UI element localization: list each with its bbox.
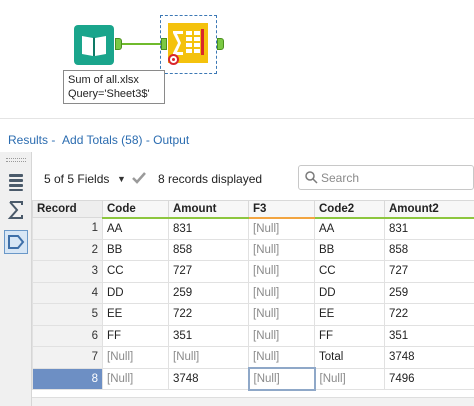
- cell-code[interactable]: FF: [102, 324, 169, 347]
- column-header-f3[interactable]: F3: [248, 200, 315, 219]
- column-header-code2[interactable]: Code2: [314, 200, 385, 219]
- results-tool-link[interactable]: Add Totals (58) - Output: [62, 133, 189, 147]
- metadata-icon[interactable]: [4, 198, 28, 222]
- table-row[interactable]: 4 DD 259 [Null] DD 259: [32, 281, 474, 304]
- cell-code2[interactable]: Total: [314, 346, 385, 369]
- table-row[interactable]: 3 CC 727 [Null] CC 727: [32, 260, 474, 283]
- table-row[interactable]: 2 BB 858 [Null] BB 858: [32, 238, 474, 261]
- cell-code2[interactable]: EE: [314, 303, 385, 326]
- cell-f3-focused[interactable]: [Null]: [247, 367, 316, 391]
- cell-f3[interactable]: [Null]: [248, 346, 315, 369]
- cell-code2[interactable]: CC: [314, 260, 385, 283]
- cell-amount2[interactable]: 7496: [384, 367, 474, 390]
- cell-amount[interactable]: 351: [168, 324, 249, 347]
- record-number[interactable]: 2: [32, 238, 103, 261]
- record-number[interactable]: 7: [32, 346, 103, 369]
- cell-f3[interactable]: [Null]: [248, 281, 315, 304]
- results-toolbar: 5 of 5 Fields ▼ 8 records displayed: [32, 152, 474, 200]
- input-output-anchor[interactable]: [115, 38, 122, 50]
- record-number[interactable]: 6: [32, 324, 103, 347]
- connection-line[interactable]: [122, 43, 162, 45]
- book-icon: [82, 36, 106, 56]
- annotation-query: Query='Sheet3$': [68, 88, 150, 100]
- cell-amount[interactable]: 831: [168, 217, 249, 240]
- table-row-selected[interactable]: 8 [Null] 3748 [Null] [Null] 7496: [32, 367, 474, 391]
- error-icon[interactable]: [168, 54, 179, 65]
- record-number[interactable]: 5: [32, 303, 103, 326]
- cell-f3[interactable]: [Null]: [248, 217, 315, 240]
- annotation-filename: Sum of all.xlsx: [68, 74, 139, 86]
- column-header-record[interactable]: Record: [32, 200, 103, 218]
- record-number[interactable]: 4: [32, 281, 103, 304]
- cell-amount2[interactable]: 722: [384, 303, 474, 326]
- cell-code[interactable]: AA: [102, 217, 169, 240]
- cell-f3[interactable]: [Null]: [248, 303, 315, 326]
- record-number[interactable]: 3: [32, 260, 103, 283]
- chevron-down-icon[interactable]: ▼: [117, 174, 126, 184]
- cell-amount[interactable]: 727: [168, 260, 249, 283]
- checkmark-icon[interactable]: [130, 169, 148, 187]
- records-count: 8 records displayed: [158, 172, 263, 186]
- tag-icon[interactable]: [4, 230, 28, 254]
- column-header-amount2[interactable]: Amount2: [384, 200, 474, 219]
- cell-code[interactable]: EE: [102, 303, 169, 326]
- input-data-tool[interactable]: [74, 25, 114, 65]
- summarize-input-anchor[interactable]: [161, 38, 167, 50]
- cell-amount2[interactable]: 3748: [384, 346, 474, 369]
- table-row[interactable]: 1 AA 831 [Null] AA 831: [32, 217, 474, 240]
- cell-amount2[interactable]: 831: [384, 217, 474, 240]
- search-box[interactable]: [298, 165, 474, 190]
- record-number[interactable]: 8: [32, 367, 103, 390]
- cell-code[interactable]: CC: [102, 260, 169, 283]
- record-number[interactable]: 1: [32, 217, 103, 240]
- cell-amount[interactable]: 3748: [168, 367, 249, 390]
- cell-amount2[interactable]: 858: [384, 238, 474, 261]
- results-title: Results - Add Totals (58) - Output: [8, 133, 189, 147]
- cell-amount2[interactable]: 259: [384, 281, 474, 304]
- fields-selector[interactable]: 5 of 5 Fields: [44, 172, 109, 186]
- cell-code2[interactable]: BB: [314, 238, 385, 261]
- summarize-output-anchor[interactable]: [217, 38, 224, 50]
- cell-code[interactable]: DD: [102, 281, 169, 304]
- cell-code2[interactable]: AA: [314, 217, 385, 240]
- cell-f3[interactable]: [Null]: [248, 324, 315, 347]
- cell-code2[interactable]: DD: [314, 281, 385, 304]
- cell-amount[interactable]: [Null]: [168, 346, 249, 369]
- cell-code[interactable]: [Null]: [102, 346, 169, 369]
- cell-code2[interactable]: [Null]: [314, 367, 385, 390]
- column-header-amount[interactable]: Amount: [168, 200, 249, 219]
- cell-f3[interactable]: [Null]: [248, 238, 315, 261]
- cell-code[interactable]: BB: [102, 238, 169, 261]
- results-table: Record Code Amount F3 Code2 Amount2 1 AA…: [32, 200, 474, 391]
- column-header-code[interactable]: Code: [102, 200, 169, 219]
- table-row[interactable]: 5 EE 722 [Null] EE 722: [32, 303, 474, 326]
- tool-annotation: Sum of all.xlsx Query='Sheet3$': [63, 70, 165, 104]
- cell-amount2[interactable]: 351: [384, 324, 474, 347]
- cell-code2[interactable]: FF: [314, 324, 385, 347]
- horizontal-scrollbar[interactable]: [32, 397, 474, 406]
- workflow-canvas[interactable]: Sum of all.xlsx Query='Sheet3$': [0, 0, 474, 118]
- search-input[interactable]: [321, 169, 469, 186]
- cell-code[interactable]: [Null]: [102, 367, 169, 390]
- cell-amount[interactable]: 259: [168, 281, 249, 304]
- cell-f3[interactable]: [Null]: [248, 260, 315, 283]
- results-view-strip: [0, 152, 32, 406]
- header-row: Record Code Amount F3 Code2 Amount2: [32, 200, 474, 219]
- search-icon: [305, 171, 318, 184]
- results-title-prefix: Results -: [8, 133, 56, 147]
- results-header: Results - Add Totals (58) - Output: [0, 118, 474, 152]
- table-row[interactable]: 6 FF 351 [Null] FF 351: [32, 324, 474, 347]
- cell-amount[interactable]: 858: [168, 238, 249, 261]
- drag-grip[interactable]: [6, 158, 26, 162]
- table-row[interactable]: 7 [Null] [Null] [Null] Total 3748: [32, 346, 474, 369]
- results-grid[interactable]: Record Code Amount F3 Code2 Amount2 1 AA…: [32, 200, 474, 406]
- cell-amount[interactable]: 722: [168, 303, 249, 326]
- cell-amount2[interactable]: 727: [384, 260, 474, 283]
- table-view-icon[interactable]: [4, 170, 28, 194]
